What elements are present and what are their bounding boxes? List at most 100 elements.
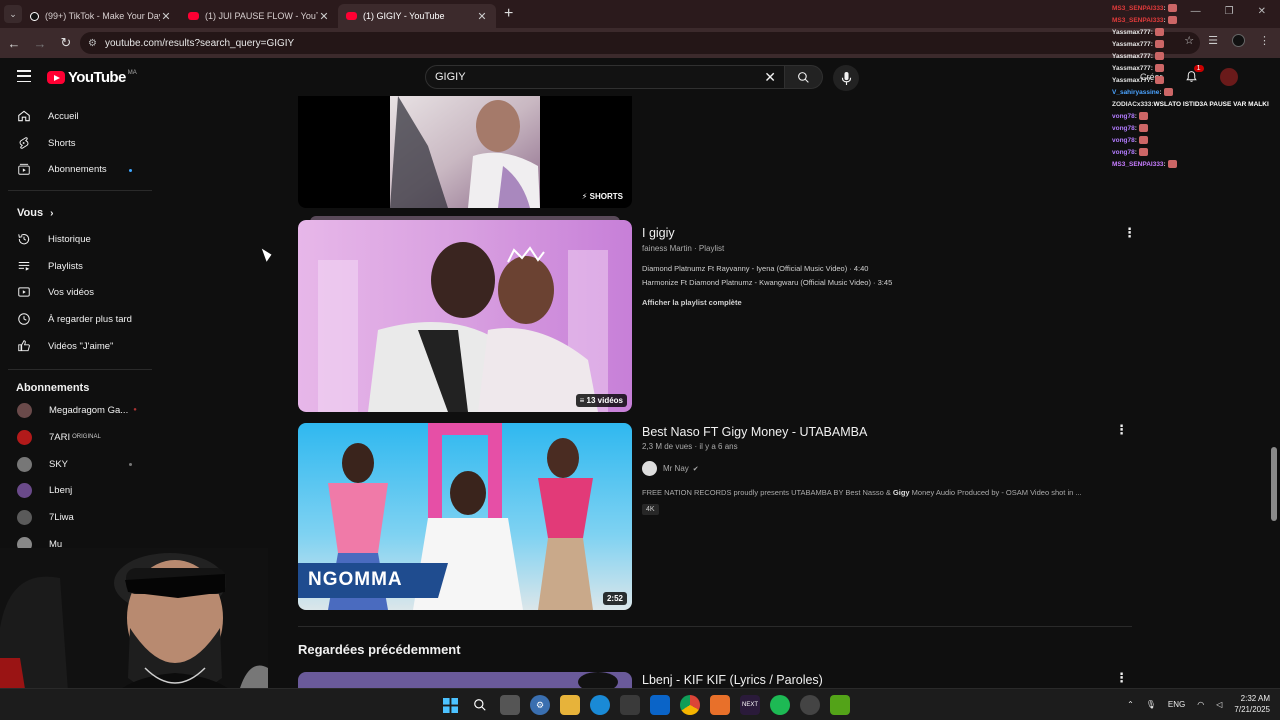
emote-icon [1138,124,1148,132]
sidebar-you-heading[interactable]: Vous › [0,200,152,226]
next-app-icon[interactable]: NEXT [740,695,760,715]
settings-icon[interactable]: ⚙ [530,695,550,715]
youtube-icon [188,12,199,20]
playlist-meta[interactable]: fainess Martin · Playlist [642,244,724,253]
chevron-up-icon[interactable]: ⌃ [1127,700,1134,709]
search-input[interactable] [435,71,755,83]
search-box[interactable]: ✕ [425,65,785,89]
channel-name[interactable]: Mr Nay [663,464,689,473]
voice-search-button[interactable] [833,65,859,91]
sidebar-item-label: Historique [48,233,91,245]
chat-username: Yassmax777 [1112,52,1151,60]
next-video-title[interactable]: Lbenj - KIF KIF (Lyrics / Paroles) [642,673,823,687]
windows-taskbar: ⚙ NEXT ⌃ 🎙 ENG ◠ ◁ 2:32 AM 7/21/2025 [0,688,1280,720]
sidebar-divider [8,369,152,370]
more-actions-icon[interactable]: ⋮ [1115,422,1128,438]
video-channel[interactable]: Mr Nay ✔ [642,461,699,476]
language-indicator[interactable]: ENG [1168,700,1185,709]
close-icon[interactable]: ✕ [160,10,172,23]
chat-username: Yassmax777 [1112,64,1151,72]
subscription-label: SKY [49,458,69,470]
sidebar-subscription-7ari[interactable]: 7ARI ORIGINAL [0,424,152,450]
sidebar-item-home[interactable]: Accueil [0,103,152,129]
back-button[interactable]: ← [2,36,26,51]
search-icon[interactable] [470,695,490,715]
clock[interactable]: 2:32 AM 7/21/2025 [1234,693,1270,715]
reload-button[interactable]: ↻ [54,35,78,51]
taskbar-apps: ⚙ NEXT [440,695,850,715]
chat-username: vong78 [1112,148,1135,156]
site-info-icon[interactable]: ⚙ [88,38,97,49]
tab-label: (99+) TikTok - Make Your Day [45,11,160,21]
sidebar-item-shorts[interactable]: Shorts [0,130,152,156]
spotify-icon[interactable] [770,695,790,715]
playlist-item[interactable]: Harmonize Ft Diamond Platnumz - Kwangwar… [642,278,892,287]
browser-tab-tiktok[interactable]: (99+) TikTok - Make Your Day ✕ [22,4,180,28]
kick-icon[interactable] [830,695,850,715]
task-view-icon[interactable] [500,695,520,715]
sidebar-item-history[interactable]: Historique [0,226,152,252]
search-icon [798,71,809,83]
your-videos-icon [17,285,31,299]
playlist-item[interactable]: Diamond Platnumz Ft Rayvanny - Iyena (Of… [642,264,868,273]
playlist-title[interactable]: I gigiy [642,226,675,240]
channel-avatar[interactable] [642,461,657,476]
wifi-icon[interactable]: ◠ [1197,700,1204,709]
volume-icon[interactable]: ◁ [1216,700,1222,709]
outlook-icon[interactable] [650,695,670,715]
vlc-icon[interactable] [710,695,730,715]
view-full-playlist-link[interactable]: Afficher la playlist complète [642,298,742,307]
section-divider [298,626,1132,627]
chrome-icon[interactable] [680,695,700,715]
file-explorer-icon[interactable] [560,695,580,715]
url-text: youtube.com/results?search_query=GIGIY [104,37,295,49]
sidebar-subscription-lbenj[interactable]: Lbenj [0,477,152,503]
clear-search-icon[interactable]: ✕ [764,69,776,86]
chat-message: Yassmax777 : [1112,26,1280,38]
emote-icon [1138,148,1148,156]
video-thumbnail[interactable]: NGOMMA 2:52 [298,423,632,610]
chat-message: ZODIACx333 : WSLATO ISTID3A PAUSE VAR MA… [1112,100,1269,108]
close-icon[interactable]: ✕ [476,10,488,23]
shorts-thumbnail[interactable]: ⚡ SHORTS [298,96,632,208]
browser-tab-jui-pause-flow[interactable]: (1) JUI PAUSE FLOW - YouTube ✕ [180,4,338,28]
video-title[interactable]: Best Naso FT Gigy Money - UTABAMBA [642,425,867,439]
chat-message: vong78 : [1112,146,1280,158]
next-video-thumbnail[interactable] [298,672,632,688]
sidebar-item-watch-later[interactable]: À regarder plus tard [0,306,152,332]
emote-icon [1167,160,1177,168]
microphone-icon[interactable]: 🎙 [1146,700,1156,709]
sidebar-subscription-megadragom[interactable]: Megadragom Ga... ● [0,397,152,423]
video-duration: 2:52 [602,592,627,605]
sidebar-item-playlists[interactable]: Playlists [0,253,152,279]
sidebar-item-liked-videos[interactable]: Vidéos "J'aime" [0,333,152,359]
channel-avatar [17,456,32,472]
tab-search-button[interactable]: ⌄ [4,5,22,23]
youtube-logo[interactable]: YouTube MA [47,69,137,86]
close-icon[interactable]: ✕ [318,10,330,23]
edge-browser-icon[interactable] [590,695,610,715]
more-actions-icon[interactable]: ⋮ [1115,670,1128,686]
video-description: FREE NATION RECORDS proudly presents UTA… [642,488,1082,497]
search-button[interactable] [785,65,823,89]
obs-icon[interactable] [800,695,820,715]
sidebar-item-your-videos[interactable]: Vos vidéos [0,279,152,305]
more-actions-icon[interactable]: ⋮ [1123,225,1136,241]
playlist-icon: ≡ [579,396,585,405]
start-icon[interactable] [440,695,460,715]
emote-icon [1154,40,1164,48]
sidebar-item-label: Accueil [48,110,79,122]
system-tray: ⌃ 🎙 ENG ◠ ◁ 2:32 AM 7/21/2025 [1127,693,1270,715]
page-scrollbar-thumb[interactable] [1271,447,1277,521]
chat-text: WSLATO ISTID3A PAUSE VAR MALKI [1153,100,1269,108]
new-tab-button[interactable]: + [504,5,513,23]
channel-avatar [17,402,32,418]
address-bar[interactable]: ⚙ youtube.com/results?search_query=GIGIY [80,32,1200,54]
playlist-thumbnail[interactable]: ≡ 13 vidéos [298,216,632,412]
channel-avatar [17,429,32,445]
store-icon[interactable] [620,695,640,715]
forward-button[interactable]: → [28,36,52,51]
menu-icon[interactable] [17,70,31,82]
browser-tab-gigiy[interactable]: (1) GIGIY - YouTube ✕ [338,4,496,28]
verified-icon: ✔ [692,465,699,473]
